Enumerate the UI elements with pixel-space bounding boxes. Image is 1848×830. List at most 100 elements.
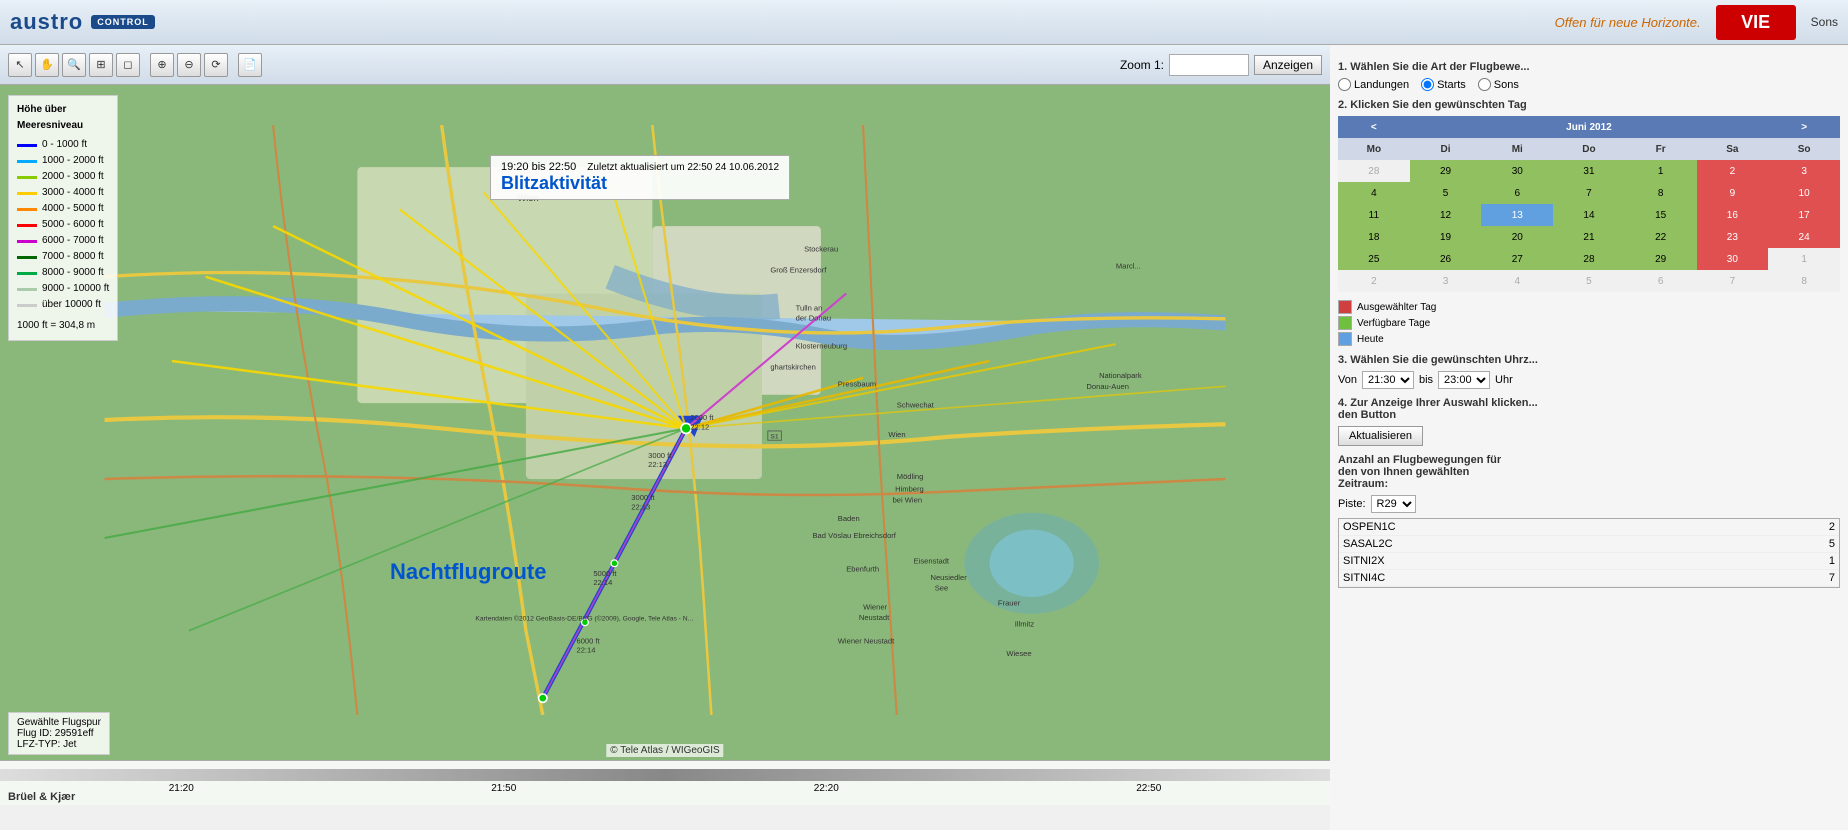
cal-day[interactable]: 27: [1481, 248, 1553, 270]
flight-code: SITNI4C: [1339, 570, 1744, 587]
header-slogan: Offen für neue Horizonte.: [1555, 15, 1701, 30]
toolbar-btn-5[interactable]: ◻: [116, 53, 140, 77]
cal-day[interactable]: 30: [1481, 160, 1553, 182]
cal-day[interactable]: 22: [1625, 226, 1697, 248]
cal-day[interactable]: 5: [1410, 182, 1482, 204]
cal-day[interactable]: 31: [1553, 160, 1625, 182]
cal-day[interactable]: 7: [1553, 182, 1625, 204]
cal-day[interactable]: 3: [1768, 160, 1840, 182]
svg-text:3000 ft: 3000 ft: [648, 451, 672, 460]
cal-day[interactable]: 1: [1625, 160, 1697, 182]
cal-day[interactable]: 24: [1768, 226, 1840, 248]
cal-day[interactable]: 20: [1481, 226, 1553, 248]
cal-day[interactable]: 8: [1625, 182, 1697, 204]
control-badge: CONTROL: [91, 15, 155, 29]
svg-text:Mödling: Mödling: [897, 472, 924, 481]
cal-day[interactable]: 17: [1768, 204, 1840, 226]
cal-day[interactable]: 6: [1481, 182, 1553, 204]
flight-table-container[interactable]: OSPEN1C2SASAL2C5SITNI2X1SITNI4C7: [1338, 518, 1840, 588]
flight-table-row: SITNI4C7: [1339, 570, 1839, 587]
radio-sons[interactable]: Sons: [1478, 78, 1519, 91]
nacht-label: Nachtflugroute: [390, 559, 546, 585]
svg-text:Kartendaten ©2012 GeoBasis-DE/: Kartendaten ©2012 GeoBasis-DE/BKG (©2009…: [475, 615, 693, 623]
cal-day[interactable]: 5: [1553, 270, 1625, 292]
cal-header-di: Di: [1410, 138, 1482, 160]
cal-day[interactable]: 11: [1338, 204, 1410, 226]
flight-count: 2: [1744, 519, 1839, 536]
cal-day[interactable]: 19: [1410, 226, 1482, 248]
cal-day[interactable]: 6: [1625, 270, 1697, 292]
cal-day[interactable]: 16: [1697, 204, 1769, 226]
flight-table: OSPEN1C2SASAL2C5SITNI2X1SITNI4C7: [1339, 519, 1839, 587]
svg-text:Frauer: Frauer: [998, 598, 1021, 607]
cal-prev[interactable]: <: [1338, 116, 1410, 138]
toolbar-btn-6[interactable]: ⊕: [150, 53, 174, 77]
toolbar-btn-9[interactable]: 📄: [238, 53, 262, 77]
cal-day[interactable]: 4: [1338, 182, 1410, 204]
flight-info-line1: Gewählte Flugspur: [17, 717, 101, 728]
cal-day[interactable]: 23: [1697, 226, 1769, 248]
cal-day[interactable]: 28: [1553, 248, 1625, 270]
flight-code: SITNI2X: [1339, 553, 1744, 570]
cal-day[interactable]: 15: [1625, 204, 1697, 226]
map-area[interactable]: ↖ ✋ 🔍 ⊞ ◻ ⊕ ⊖ ⟳ 📄 Zoom 1: 119,858 Anzeig…: [0, 45, 1330, 805]
cal-day[interactable]: 13: [1481, 204, 1553, 226]
time-to-select[interactable]: 23:00 22:00 24:00: [1438, 371, 1490, 389]
cal-header-do: Do: [1553, 138, 1625, 160]
cal-day[interactable]: 1: [1768, 248, 1840, 270]
zoom-area: Zoom 1: 119,858 Anzeigen: [1120, 54, 1322, 76]
toolbar-btn-2[interactable]: ✋: [35, 53, 59, 77]
svg-text:Neusiedler: Neusiedler: [931, 573, 968, 582]
cal-day[interactable]: 30: [1697, 248, 1769, 270]
section3-title: 3. Wählen Sie die gewünschten Uhrz...: [1338, 354, 1840, 366]
piste-row: Piste: R29 L29 R11: [1338, 495, 1840, 513]
zoom-input[interactable]: 119,858: [1169, 54, 1249, 76]
cal-day[interactable]: 26: [1410, 248, 1482, 270]
anzeigen-button[interactable]: Anzeigen: [1254, 55, 1322, 75]
section4-title: 4. Zur Anzeige Ihrer Auswahl klicken... …: [1338, 397, 1840, 421]
svg-text:Eisenstadt: Eisenstadt: [914, 556, 950, 565]
cal-legend-today-box: [1338, 332, 1352, 346]
cal-day[interactable]: 28: [1338, 160, 1410, 182]
cal-day[interactable]: 9: [1697, 182, 1769, 204]
time-row: Von 21:30 21:00 22:00 bis 23:00 22:00 24…: [1338, 371, 1840, 389]
austro-logo: austro: [10, 9, 83, 35]
timeline-bar[interactable]: [0, 769, 1330, 781]
radio-landungen-label: Landungen: [1354, 79, 1409, 91]
cal-day[interactable]: 2: [1697, 160, 1769, 182]
cal-day[interactable]: 2: [1338, 270, 1410, 292]
cal-day[interactable]: 18: [1338, 226, 1410, 248]
flight-info-line2: Flug ID: 29591eff: [17, 728, 101, 739]
toolbar-btn-4[interactable]: ⊞: [89, 53, 113, 77]
map-toolbar: ↖ ✋ 🔍 ⊞ ◻ ⊕ ⊖ ⟳ 📄 Zoom 1: 119,858 Anzeig…: [0, 45, 1330, 85]
cal-day[interactable]: 29: [1410, 160, 1482, 182]
cal-day[interactable]: 7: [1697, 270, 1769, 292]
cal-day[interactable]: 3: [1410, 270, 1482, 292]
radio-landungen[interactable]: Landungen: [1338, 78, 1409, 91]
cal-day[interactable]: 4: [1481, 270, 1553, 292]
cal-day[interactable]: 12: [1410, 204, 1482, 226]
aktualisieren-button[interactable]: Aktualisieren: [1338, 426, 1423, 446]
cal-day[interactable]: 14: [1553, 204, 1625, 226]
cal-day[interactable]: 21: [1553, 226, 1625, 248]
svg-text:Klosterneuburg: Klosterneuburg: [796, 341, 847, 350]
cal-day[interactable]: 8: [1768, 270, 1840, 292]
piste-select[interactable]: R29 L29 R11: [1371, 495, 1416, 513]
cal-legend-selected-box: [1338, 300, 1352, 314]
radio-starts[interactable]: Starts: [1421, 78, 1466, 91]
toolbar-btn-8[interactable]: ⟳: [204, 53, 228, 77]
time-from-select[interactable]: 21:30 21:00 22:00: [1362, 371, 1414, 389]
radio-sons-label: Sons: [1494, 79, 1519, 91]
flight-section-title: Anzahl an Flugbewegungen für den von Ihn…: [1338, 454, 1840, 490]
toolbar-btn-3[interactable]: 🔍: [62, 53, 86, 77]
svg-text:Tulln an: Tulln an: [796, 303, 823, 312]
cal-day[interactable]: 29: [1625, 248, 1697, 270]
cal-day[interactable]: 10: [1768, 182, 1840, 204]
cal-day[interactable]: 25: [1338, 248, 1410, 270]
svg-text:22:13: 22:13: [648, 460, 667, 469]
cal-legend-available-label: Verfügbare Tage: [1357, 318, 1430, 329]
toolbar-btn-7[interactable]: ⊖: [177, 53, 201, 77]
cal-next[interactable]: >: [1768, 116, 1840, 138]
toolbar-btn-1[interactable]: ↖: [8, 53, 32, 77]
svg-text:22:12: 22:12: [690, 422, 709, 431]
